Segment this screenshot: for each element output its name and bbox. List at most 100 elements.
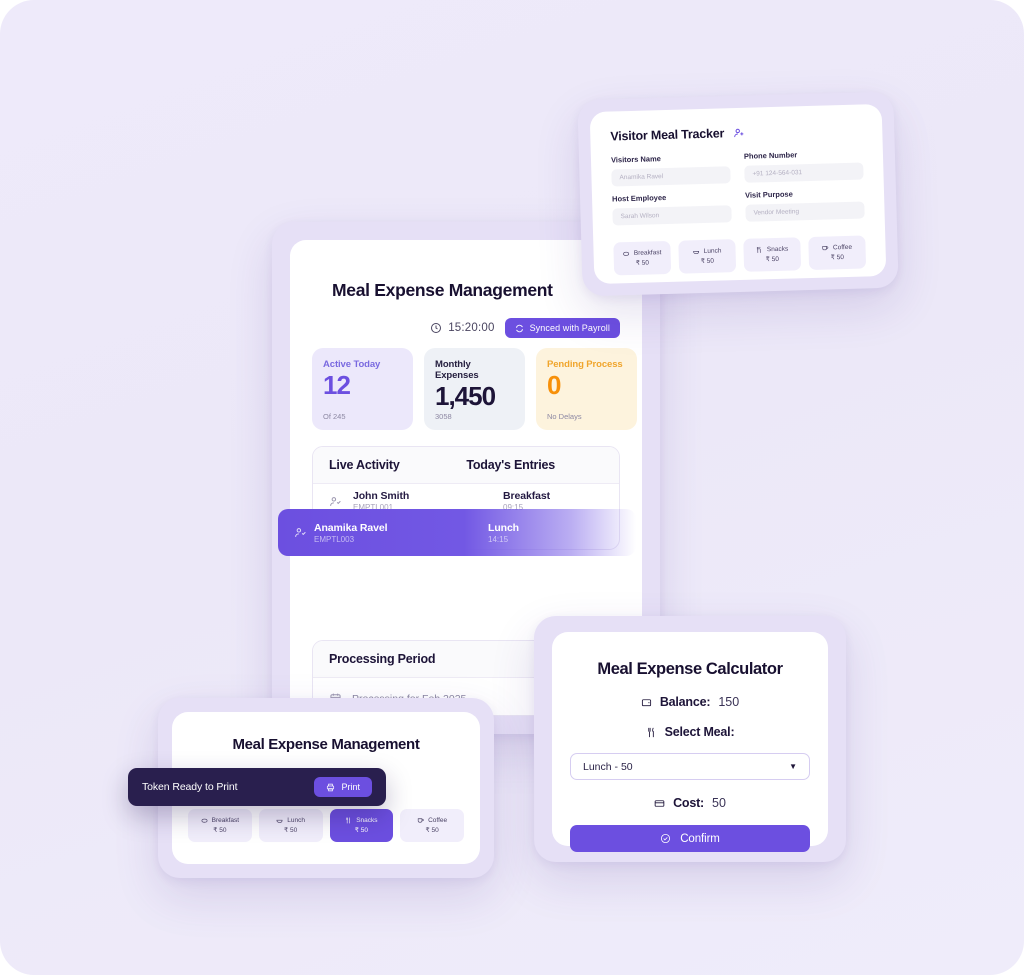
visitors-name-input[interactable]: Anamika Ravel: [611, 166, 731, 187]
clock: 15:20:00: [430, 322, 494, 334]
cost-row: Cost: 50: [552, 796, 828, 810]
token-meal-options: Breakfast ₹ 50 Lunch ₹ 50 Snacks ₹ 50 Co…: [172, 809, 480, 842]
stat-card-pending-process: Pending Process 0 No Delays: [536, 348, 637, 430]
stat-value: 1,450: [435, 381, 496, 411]
field-host-employee: Host Employee: [611, 191, 731, 204]
meal-option-snacks[interactable]: Snacks ₹ 50: [743, 237, 802, 272]
meal-option-label: Breakfast: [211, 817, 240, 824]
calculator-title: Meal Expense Calculator: [597, 660, 783, 678]
stat-subtext: Of 245: [323, 412, 346, 421]
field-label: Visitors Name: [610, 154, 661, 165]
meal-option-top: Breakfast: [201, 817, 239, 824]
employee-name: John Smith: [353, 490, 410, 502]
stat-card-monthly-expenses: Monthly Expenses 1,450 3058: [424, 348, 525, 430]
synced-with-payroll-badge[interactable]: Synced with Payroll: [504, 318, 620, 338]
live-activity-header: Live Activity Today's Entries: [313, 447, 619, 484]
visitor-meal-tracker-window: Visitor Meal Tracker Visitors Name Phone…: [577, 91, 899, 297]
host-employee-input[interactable]: Sarah Wilson: [612, 205, 732, 226]
dashboard-meta: 15:20:00 Synced with Payroll: [430, 318, 620, 338]
meal-select-value: Lunch - 50: [583, 760, 633, 773]
stat-value: 0: [547, 370, 561, 400]
balance-label: Balance:: [659, 695, 711, 709]
user-check-icon: [294, 526, 314, 539]
field-label: Phone Number: [743, 150, 798, 161]
meal-option-top: Coffee: [822, 244, 852, 252]
field-phone-number: Phone Number: [744, 148, 863, 160]
meal-option-label: Breakfast: [633, 249, 662, 257]
balance-row: Balance: 150: [552, 695, 828, 709]
meal-option-breakfast[interactable]: Breakfast ₹ 50: [613, 240, 672, 276]
meal-option-breakfast[interactable]: Breakfast ₹ 50: [188, 809, 252, 842]
meal-option-price: ₹ 50: [830, 254, 844, 262]
meal-select-dropdown[interactable]: Lunch - 50 ▼: [570, 753, 810, 780]
screenshot-root: Meal Expense Management 15:20:00 Synced …: [0, 0, 1024, 975]
user-check-icon: [329, 495, 349, 508]
visit-purpose-input[interactable]: Vendor Meeting: [745, 201, 865, 222]
bread-icon: [201, 817, 208, 824]
meal-option-snacks[interactable]: Snacks ₹ 50: [329, 809, 394, 842]
meal-option-label: Lunch: [703, 247, 722, 255]
print-button-label: Print: [341, 782, 360, 792]
employee-id: EMPTL003: [314, 534, 355, 544]
meal-option-top: Lunch: [276, 817, 305, 824]
printer-icon: [326, 783, 335, 792]
confirm-button[interactable]: Confirm: [570, 825, 810, 852]
field-label: Visit Purpose: [744, 189, 793, 200]
cutlery-icon: [646, 727, 657, 738]
stat-label: Active Today: [323, 359, 381, 370]
meal-option-lunch[interactable]: Lunch ₹ 50: [678, 239, 737, 274]
card-icon: [654, 798, 665, 809]
print-button[interactable]: Print: [314, 777, 372, 797]
bowl-icon: [276, 817, 283, 824]
check-circle-icon: [660, 833, 671, 844]
meal-token-window: Meal Expense Management Breakfast ₹ 50 L…: [128, 698, 494, 878]
field-visit-purpose: Visit Purpose: [745, 187, 864, 199]
meal-option-lunch[interactable]: Lunch ₹ 50: [258, 809, 323, 842]
field-visitors-name: Visitors Name: [611, 152, 730, 164]
meal-option-price: ₹ 50: [354, 827, 368, 834]
meal-option-price: ₹ 50: [425, 827, 439, 834]
meal-option-top: Breakfast: [623, 249, 662, 257]
meal-option-coffee[interactable]: Coffee ₹ 50: [400, 809, 464, 842]
field-label: Host Employee: [611, 193, 667, 204]
cost-label: Cost:: [673, 796, 705, 810]
processing-period-title: Processing Period: [329, 652, 436, 666]
user-plus-icon[interactable]: [733, 127, 745, 139]
meal-option-label: Snacks: [356, 817, 378, 824]
wallet-icon: [641, 697, 652, 708]
stat-label: Pending Process: [547, 359, 623, 370]
meal-expense-calculator-window: Meal Expense Calculator Balance: 150 Sel…: [534, 616, 846, 862]
meal-option-price: ₹ 50: [284, 827, 298, 834]
employee-name: Anamika Ravel: [314, 521, 388, 534]
visitor-sheet: Visitor Meal Tracker Visitors Name Phone…: [589, 103, 887, 285]
select-meal-row: Select Meal:: [552, 725, 828, 739]
cutlery-icon: [756, 246, 763, 253]
meal-type: Lunch: [488, 521, 519, 534]
meal-option-label: Lunch: [287, 817, 305, 824]
meal-option-top: Coffee: [417, 817, 447, 824]
table-row-highlighted[interactable]: Anamika Ravel EMPTL003 Lunch 14:15: [278, 509, 636, 556]
meal-option-price: ₹ 50: [700, 257, 715, 266]
stat-label: Monthly Expenses: [435, 359, 479, 381]
sync-icon: [515, 324, 524, 333]
cup-icon: [822, 244, 829, 251]
visitor-meal-options: Breakfast ₹ 50 Lunch ₹ 50 Snacks ₹ 50 Co…: [593, 221, 886, 276]
stat-subtext: No Delays: [547, 412, 582, 421]
meal-option-price: ₹ 50: [765, 255, 780, 264]
meal-option-coffee[interactable]: Coffee ₹ 50: [808, 235, 867, 271]
column-header-todays-entries: Today's Entries: [466, 458, 555, 472]
calculator-sheet: Meal Expense Calculator Balance: 150 Sel…: [552, 632, 828, 852]
stat-card-group: Active Today 12 Of 245 Monthly Expenses …: [312, 348, 637, 430]
stat-subtext: 3058: [435, 412, 452, 421]
toast-message: Token Ready to Print: [142, 781, 238, 793]
meal-option-label: Coffee: [428, 817, 448, 824]
row-employee: Anamika Ravel EMPTL003: [314, 521, 388, 544]
visitor-form: Visitors Name Phone Number Anamika Ravel…: [591, 136, 885, 229]
phone-number-input[interactable]: +91 124-564-031: [744, 162, 864, 183]
stat-value: 12: [323, 370, 351, 400]
sync-badge-label: Synced with Payroll: [529, 323, 610, 333]
clock-icon: [430, 322, 442, 334]
meal-type: Breakfast: [503, 490, 550, 502]
clock-time: 15:20:00: [448, 322, 495, 334]
stat-card-active-today: Active Today 12 Of 245: [312, 348, 413, 430]
